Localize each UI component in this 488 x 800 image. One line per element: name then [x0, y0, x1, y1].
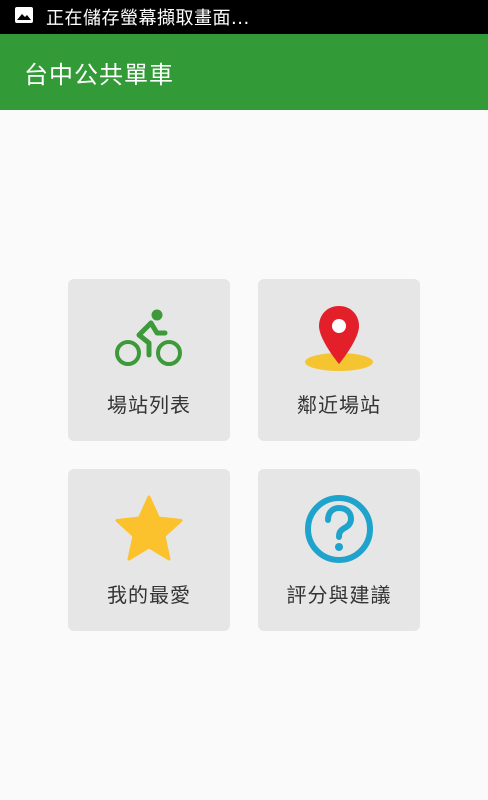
image-icon	[14, 5, 34, 29]
cyclist-icon	[68, 305, 230, 373]
question-icon	[258, 495, 420, 563]
favorites-label: 我的最愛	[107, 583, 191, 607]
nearby-stations-label: 鄰近場站	[297, 393, 381, 417]
station-list-button[interactable]: 場站列表	[68, 279, 230, 441]
star-icon	[68, 495, 230, 563]
rate-and-feedback-button[interactable]: 評分與建議	[258, 469, 420, 631]
station-list-label: 場站列表	[107, 393, 191, 417]
favorites-button[interactable]: 我的最愛	[68, 469, 230, 631]
app-title: 台中公共單車	[24, 60, 174, 89]
map-pin-icon	[258, 305, 420, 373]
notification-text: 正在儲存螢幕擷取畫面...	[46, 8, 250, 29]
status-bar: 正在儲存螢幕擷取畫面...	[0, 0, 488, 34]
nearby-stations-button[interactable]: 鄰近場站	[258, 279, 420, 441]
rate-and-feedback-label: 評分與建議	[286, 583, 392, 607]
app-bar: 台中公共單車	[0, 34, 488, 110]
main-content: 場站列表 鄰近場站 我的最愛 評分與建議	[0, 110, 488, 800]
